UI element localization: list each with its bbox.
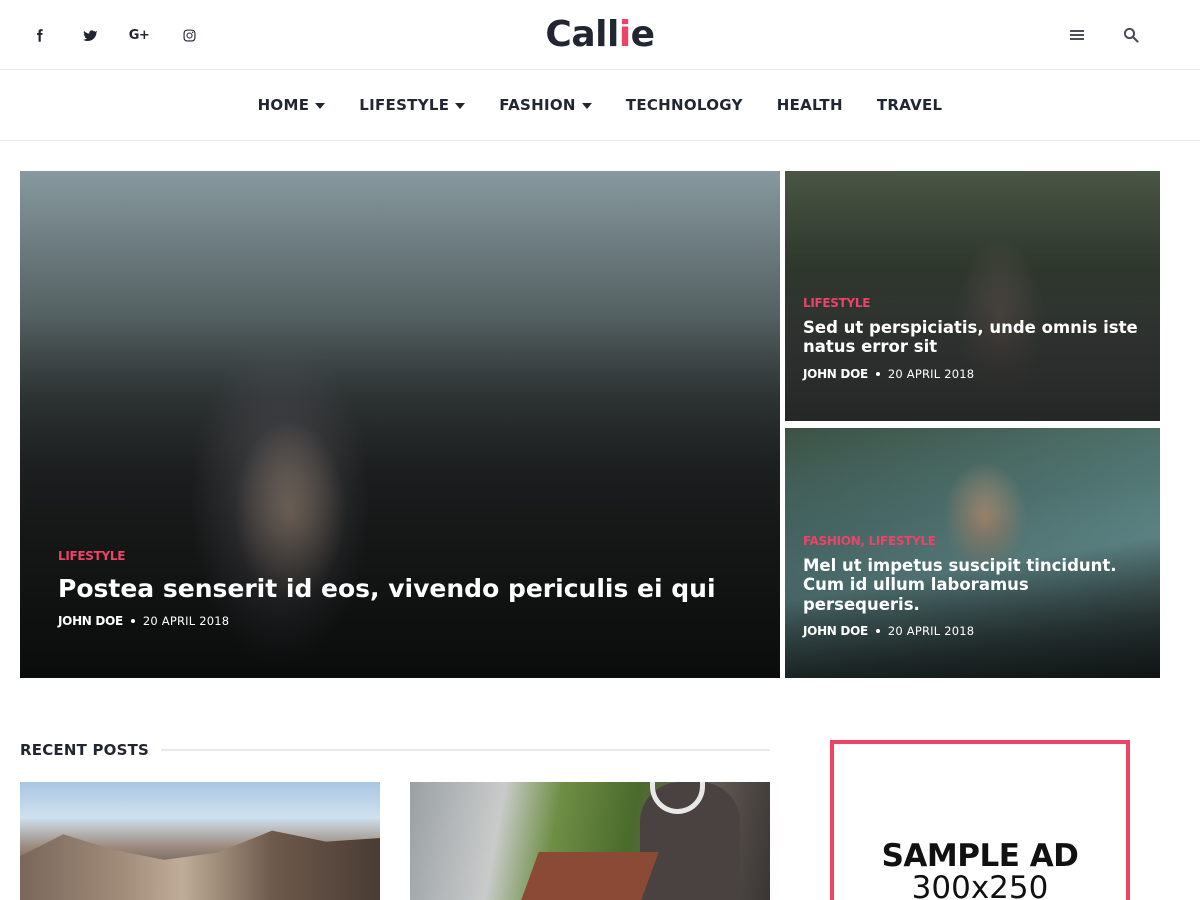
facebook-icon[interactable] (24, 24, 54, 46)
post-category[interactable]: LIFESTYLE (803, 296, 1138, 310)
recent-post-thumbnail[interactable] (20, 782, 380, 900)
recent-post-thumbnail[interactable] (410, 782, 770, 900)
ad-size: 300x250 (911, 870, 1049, 900)
post-author[interactable]: JOHN DOE (58, 614, 123, 628)
post-title[interactable]: Mel ut impetus suscipit tincidunt. Cum i… (803, 556, 1138, 614)
main-nav: HOME LIFESTYLE FASHION TECHNOLOGY HEALTH… (0, 70, 1200, 141)
post-body: FASHION, LIFESTYLE Mel ut impetus suscip… (803, 534, 1138, 638)
sample-ad[interactable]: SAMPLE AD 300x250 (830, 740, 1130, 900)
header-actions (1066, 24, 1142, 46)
nav-item-home[interactable]: HOME (241, 96, 343, 114)
post-meta: JOHN DOE 20 APRIL 2018 (803, 624, 1138, 638)
post-meta: JOHN DOE 20 APRIL 2018 (803, 367, 1138, 381)
logo-text-accent: i (618, 14, 631, 55)
post-category[interactable]: FASHION, LIFESTYLE (803, 534, 1138, 548)
post-image-mountains (20, 830, 380, 900)
meta-separator (130, 619, 135, 624)
featured-post-side[interactable]: LIFESTYLE Sed ut perspiciatis, unde omni… (785, 171, 1160, 421)
search-icon[interactable] (1120, 24, 1142, 46)
post-meta: JOHN DOE 20 APRIL 2018 (58, 614, 758, 628)
post-author[interactable]: JOHN DOE (803, 367, 868, 381)
nav-item-label: TECHNOLOGY (625, 96, 743, 114)
featured-post-side[interactable]: FASHION, LIFESTYLE Mel ut impetus suscip… (785, 428, 1160, 678)
post-title[interactable]: Postea senserit id eos, vivendo periculi… (58, 573, 758, 604)
recent-posts-heading: RECENT POSTS (20, 741, 770, 759)
post-title[interactable]: Sed ut perspiciatis, unde omnis iste nat… (803, 318, 1138, 357)
meta-separator (875, 371, 880, 376)
nav-item-label: LIFESTYLE (359, 96, 450, 114)
caret-down-icon (455, 102, 466, 109)
featured-post-main[interactable]: LIFESTYLE Postea senserit id eos, vivend… (20, 171, 780, 678)
post-date: 20 APRIL 2018 (887, 624, 975, 639)
caret-down-icon (581, 102, 592, 109)
bench-shape (521, 852, 659, 900)
nav-item-label: HEALTH (776, 96, 843, 114)
instagram-icon[interactable] (174, 24, 204, 46)
social-links: G+ (24, 24, 224, 46)
nav-item-health[interactable]: HEALTH (760, 96, 860, 114)
post-date: 20 APRIL 2018 (887, 366, 975, 381)
ad-title: SAMPLE AD (881, 838, 1079, 874)
site-logo[interactable]: Callie (500, 14, 700, 55)
section-title: RECENT POSTS (20, 741, 150, 759)
meta-separator (875, 629, 880, 634)
twitter-icon[interactable] (74, 24, 104, 46)
post-category[interactable]: LIFESTYLE (58, 549, 758, 563)
logo-text-end: e (630, 14, 655, 55)
nav-item-fashion[interactable]: FASHION (482, 96, 608, 114)
post-date: 20 APRIL 2018 (142, 614, 230, 629)
nav-item-label: TRAVEL (876, 96, 943, 114)
nav-item-technology[interactable]: TECHNOLOGY (609, 96, 760, 114)
divider (161, 749, 770, 751)
google-plus-icon[interactable]: G+ (124, 24, 154, 46)
nav-item-label: HOME (257, 96, 310, 114)
top-header: G+ Callie (0, 0, 1200, 70)
nav-item-travel[interactable]: TRAVEL (860, 96, 960, 114)
post-author[interactable]: JOHN DOE (803, 624, 868, 638)
menu-icon[interactable] (1066, 24, 1088, 46)
caret-down-icon (315, 102, 326, 109)
post-body: LIFESTYLE Postea senserit id eos, vivend… (58, 549, 758, 628)
logo-text-start: Call (545, 14, 619, 55)
post-body: LIFESTYLE Sed ut perspiciatis, unde omni… (803, 296, 1138, 381)
nav-item-lifestyle[interactable]: LIFESTYLE (342, 96, 482, 114)
nav-item-label: FASHION (499, 96, 576, 114)
